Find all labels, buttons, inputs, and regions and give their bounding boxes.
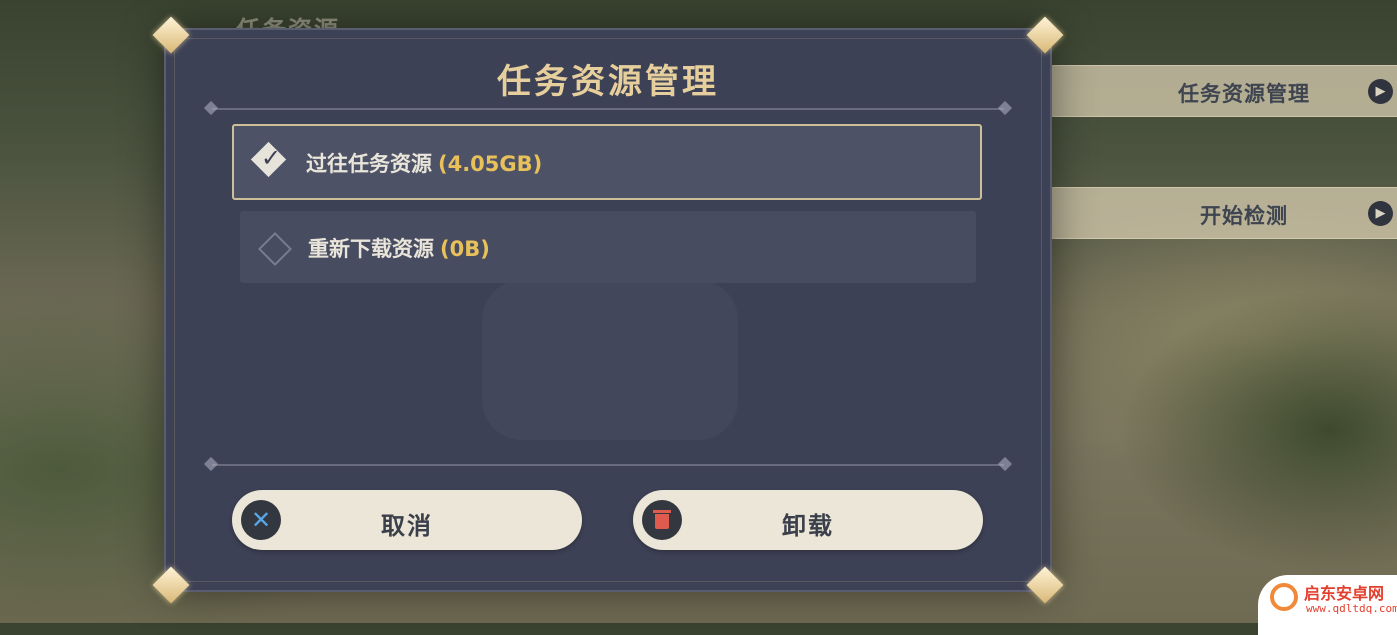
dialog-title: 任务资源管理 <box>497 62 719 102</box>
option-name: 过往任务资源 <box>306 152 432 176</box>
side-button-label: 开始检测 <box>1200 204 1288 228</box>
option-redownload-resources[interactable]: 重新下载资源 (0B) <box>240 211 976 283</box>
option-size: (4.05GB) <box>438 152 543 176</box>
task-resource-dialog: 任务资源管理 ✓ 过往任务资源 (4.05GB) 重新下载资源 (0B) ✕ 取消 … <box>152 16 1064 604</box>
cancel-button-label: 取消 <box>381 512 433 540</box>
logo-url: www.qdltdq.com <box>1306 602 1397 615</box>
decorative-emblem <box>482 280 738 440</box>
side-button-start-check[interactable]: 开始检测 ▶ <box>1030 187 1397 239</box>
logo-icon <box>1270 583 1298 611</box>
uninstall-button[interactable]: 卸载 <box>633 490 983 550</box>
option-label: 重新下载资源 (0B) <box>308 233 490 263</box>
side-button-task-resource-management[interactable]: 任务资源管理 ▶ <box>1030 65 1397 117</box>
site-watermark-logo: 启东安卓网 www.qdltdq.com <box>1258 575 1397 635</box>
play-arrow-icon: ▶ <box>1368 201 1393 226</box>
logo-name: 启东安卓网 <box>1304 584 1385 603</box>
option-name: 重新下载资源 <box>308 237 434 261</box>
checkmark-icon: ✓ <box>261 144 282 172</box>
play-arrow-icon: ▶ <box>1368 79 1393 104</box>
top-divider <box>212 108 1004 110</box>
uninstall-button-label: 卸载 <box>782 512 834 540</box>
unchecked-diamond-icon <box>258 232 292 266</box>
bottom-divider <box>212 464 1004 466</box>
side-button-label: 任务资源管理 <box>1178 82 1310 106</box>
option-label: 过往任务资源 (4.05GB) <box>306 148 542 178</box>
option-size: (0B) <box>440 237 490 261</box>
cancel-button[interactable]: ✕ 取消 <box>232 490 582 550</box>
option-past-task-resources[interactable]: ✓ 过往任务资源 (4.05GB) <box>232 124 982 200</box>
